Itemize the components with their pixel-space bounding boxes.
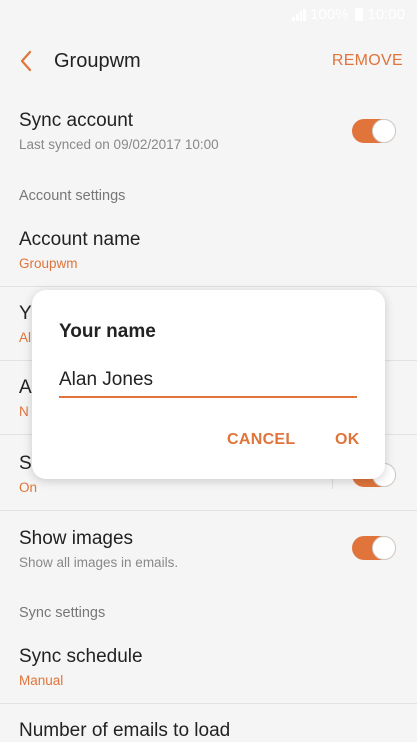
cancel-button[interactable]: CANCEL [227, 431, 295, 449]
account-name-value: Groupwm [19, 256, 78, 271]
emails-to-load-title: Number of emails to load [19, 720, 231, 741]
your-name-dialog: Your name CANCEL OK [32, 290, 385, 479]
sync-schedule-value: Manual [19, 673, 64, 688]
ok-button[interactable]: OK [335, 431, 360, 449]
account-name-row[interactable]: Account name Groupwm [0, 213, 417, 287]
sync-account-row[interactable]: Sync account Last synced on 09/02/2017 1… [0, 92, 417, 170]
sync-account-subtitle: Last synced on 09/02/2017 10:00 [19, 137, 219, 152]
sync-setting-title: S [19, 453, 32, 474]
section-account-settings: Account settings [19, 188, 126, 204]
your-name-value: Al [19, 330, 32, 345]
emails-to-load-row[interactable]: Number of emails to load [0, 704, 417, 742]
name-input[interactable] [59, 364, 357, 398]
account-setting-value: N [19, 404, 29, 419]
signal-icon [292, 8, 307, 21]
your-name-title: Y [19, 303, 32, 324]
status-indicators: 100% 10:00 [292, 6, 405, 23]
battery-percent: 100% [310, 6, 349, 23]
account-name-title: Account name [19, 229, 141, 250]
app-bar: Groupwm REMOVE [0, 30, 417, 92]
dialog-title: Your name [59, 321, 156, 342]
sync-account-toggle[interactable] [352, 119, 396, 143]
page-title: Groupwm [54, 50, 141, 72]
show-images-subtitle: Show all images in emails. [19, 555, 179, 570]
sync-account-title: Sync account [19, 110, 134, 131]
show-images-toggle[interactable] [352, 536, 396, 560]
show-images-title: Show images [19, 528, 134, 549]
remove-button[interactable]: REMOVE [332, 52, 403, 70]
sync-schedule-title: Sync schedule [19, 646, 143, 667]
account-setting-title: A [19, 377, 32, 398]
sync-setting-value: On [19, 480, 38, 495]
battery-icon [355, 8, 364, 21]
show-images-row[interactable]: Show images Show all images in emails. [0, 511, 417, 589]
clock: 10:00 [367, 6, 405, 23]
status-bar: 100% 10:00 [0, 0, 417, 30]
section-sync-settings: Sync settings [19, 605, 106, 621]
sync-schedule-row[interactable]: Sync schedule Manual [0, 630, 417, 704]
back-arrow-icon[interactable] [16, 48, 38, 74]
